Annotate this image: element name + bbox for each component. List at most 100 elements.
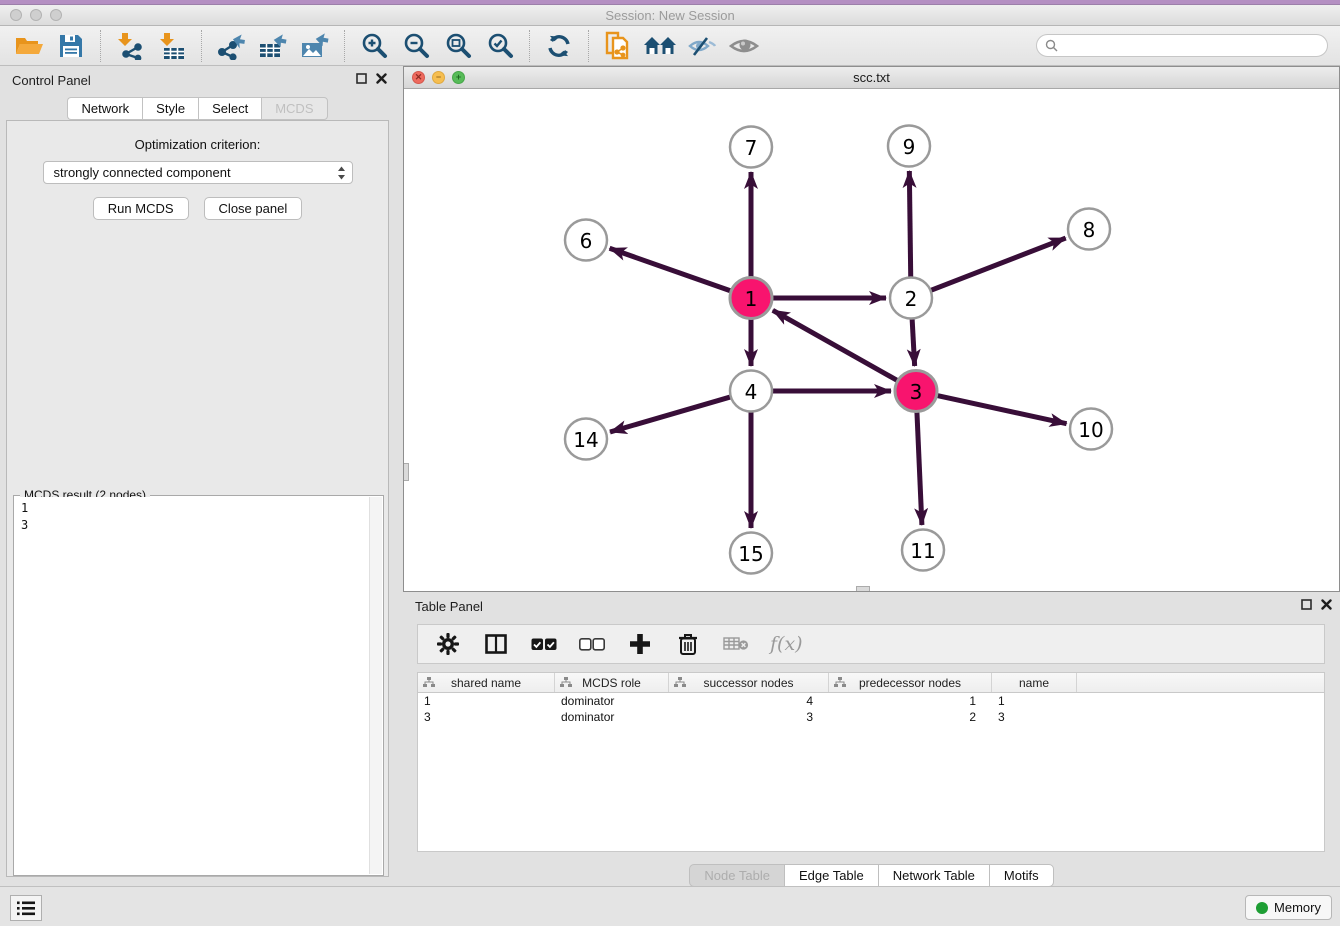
toolbar-separator [529, 30, 530, 62]
task-history-button[interactable] [10, 895, 42, 921]
memory-button[interactable]: Memory [1245, 895, 1332, 920]
tree-icon [834, 677, 846, 688]
table-settings-button[interactable] [434, 631, 462, 657]
zoom-out-icon [402, 32, 430, 60]
import-network-button[interactable] [109, 29, 151, 63]
network-window-titlebar[interactable]: ✕ − + scc.txt [404, 67, 1339, 89]
tab-node-table[interactable]: Node Table [689, 864, 784, 887]
clone-network-button[interactable] [597, 29, 639, 63]
network-view-window: ✕ − + scc.txt 1234678910111415 [403, 66, 1340, 592]
function-builder-button[interactable]: f(x) [770, 633, 803, 655]
refresh-layout-button[interactable] [538, 29, 580, 63]
float-panel-icon[interactable] [356, 73, 367, 84]
close-panel-button[interactable]: Close panel [204, 197, 303, 220]
graph-node-label: 10 [1078, 418, 1103, 442]
first-neighbors-button[interactable] [639, 29, 681, 63]
run-mcds-button[interactable]: Run MCDS [93, 197, 189, 220]
zoom-in-icon [360, 32, 388, 60]
graph-edge-2-3[interactable] [912, 318, 915, 366]
zoom-selected-icon [486, 32, 514, 60]
close-panel-icon[interactable] [376, 73, 387, 84]
column-label: MCDS role [582, 676, 641, 690]
main-titlebar: Session: New Session [0, 5, 1340, 26]
close-panel-icon[interactable] [1321, 599, 1332, 610]
tab-edge-table[interactable]: Edge Table [784, 864, 878, 887]
cell-predecessor-nodes: 2 [829, 709, 992, 725]
zoom-in-button[interactable] [353, 29, 395, 63]
tree-icon [423, 677, 435, 688]
tab-select[interactable]: Select [198, 97, 261, 120]
graph-node-label: 1 [745, 287, 758, 311]
pane-splitter-grip[interactable] [404, 463, 409, 481]
column-header-predecessor-nodes[interactable]: predecessor nodes [829, 673, 992, 692]
zoom-fit-button[interactable] [437, 29, 479, 63]
zoom-selected-button[interactable] [479, 29, 521, 63]
mcds-result-text[interactable]: 1 3 [15, 497, 369, 874]
select-all-columns-button[interactable] [530, 631, 558, 657]
zoom-out-button[interactable] [395, 29, 437, 63]
export-image-button[interactable] [294, 29, 336, 63]
cell-name: 1 [992, 693, 1077, 709]
column-header-successor-nodes[interactable]: successor nodes [669, 673, 829, 692]
table-row[interactable]: 1 dominator 4 1 1 [418, 693, 1324, 709]
criterion-selected-value: strongly connected component [54, 165, 337, 180]
save-floppy-icon [58, 33, 84, 59]
graph-node-label: 6 [580, 229, 593, 253]
toolbar-separator [100, 30, 101, 62]
delete-table-button[interactable] [722, 631, 750, 657]
graph-edge-4-14[interactable] [610, 397, 732, 432]
hide-selected-button[interactable] [681, 29, 723, 63]
tab-network[interactable]: Network [67, 97, 142, 120]
zoom-fit-icon [444, 32, 472, 60]
graph-node-label: 11 [910, 539, 935, 563]
save-session-button[interactable] [50, 29, 92, 63]
graph-edge-2-9[interactable] [909, 171, 910, 278]
tab-motifs[interactable]: Motifs [989, 864, 1054, 887]
result-scrollbar[interactable] [369, 497, 382, 874]
two-homes-icon [643, 34, 677, 58]
export-image-icon [300, 32, 330, 60]
export-table-icon [258, 32, 288, 60]
network-canvas[interactable]: 1234678910111415 [404, 89, 1339, 591]
delete-column-button[interactable] [674, 631, 702, 657]
show-all-button[interactable] [723, 29, 765, 63]
export-network-button[interactable] [210, 29, 252, 63]
clone-network-icon [604, 31, 632, 61]
export-table-button[interactable] [252, 29, 294, 63]
column-header-mcds-role[interactable]: MCDS role [555, 673, 669, 692]
graph-edge-3-10[interactable] [936, 395, 1067, 423]
network-graph: 1234678910111415 [404, 89, 1339, 591]
unselect-all-columns-button[interactable] [578, 631, 606, 657]
table-row[interactable]: 3 dominator 3 2 3 [418, 709, 1324, 725]
search-input[interactable] [1063, 39, 1319, 53]
node-table: shared name MCDS role successor nodes [417, 672, 1325, 852]
column-layout-button[interactable] [482, 631, 510, 657]
float-panel-icon[interactable] [1301, 599, 1312, 610]
mcds-panel: Optimization criterion: strongly connect… [6, 120, 389, 877]
unchecked-boxes-icon [579, 638, 605, 651]
pane-splitter-grip[interactable] [856, 586, 870, 591]
graph-edge-2-8[interactable] [930, 238, 1066, 291]
import-table-button[interactable] [151, 29, 193, 63]
cell-predecessor-nodes: 1 [829, 693, 992, 709]
column-label: shared name [451, 676, 521, 690]
tab-mcds[interactable]: MCDS [261, 97, 327, 120]
columns-icon [485, 634, 507, 654]
graph-edge-3-1[interactable] [773, 310, 899, 381]
graph-edge-3-11[interactable] [917, 411, 922, 525]
criterion-select[interactable]: strongly connected component [43, 161, 353, 184]
graph-node-label: 15 [738, 542, 763, 566]
table-panel-tabs: Node Table Edge Table Network Table Moti… [403, 864, 1340, 887]
column-header-shared-name[interactable]: shared name [418, 673, 555, 692]
main-toolbar [0, 26, 1340, 66]
graph-edge-1-6[interactable] [610, 248, 733, 291]
open-session-button[interactable] [8, 29, 50, 63]
create-column-button[interactable] [626, 631, 654, 657]
tab-style[interactable]: Style [142, 97, 198, 120]
column-header-name[interactable]: name [992, 673, 1077, 692]
refresh-icon [545, 33, 573, 59]
search-box[interactable] [1036, 34, 1328, 57]
tree-icon [560, 677, 572, 688]
tab-network-table[interactable]: Network Table [878, 864, 989, 887]
graph-node-label: 3 [910, 380, 923, 404]
